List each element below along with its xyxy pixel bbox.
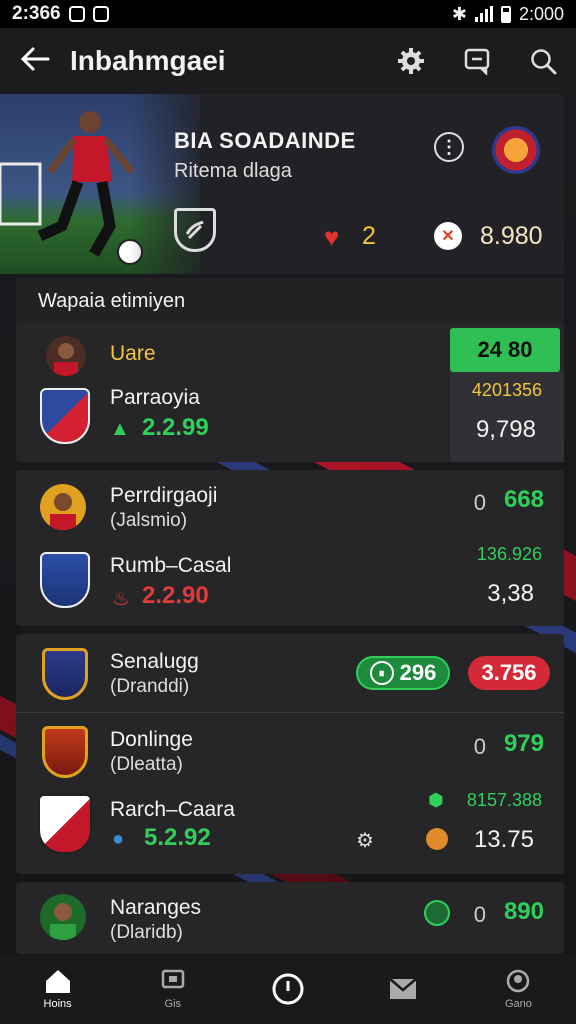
notification-icon [68,6,85,22]
match-card-1[interactable]: Uare 24 80 Parraoyia ▲ 2.2.99 4201356 9,… [16,322,564,462]
search-icon [531,49,557,75]
nav-profile-label: Gano [504,998,532,1010]
section-heading: Wapaia etimiyen [16,278,564,322]
status-bar: 2:366 ✱ 2:000 [0,0,576,28]
player-avatar [46,336,86,376]
top-app-bar: Inbahmgaei [0,28,576,94]
team-odds: 2.2.99 [142,414,209,441]
team-subtitle: (Dranddi) [110,676,190,697]
heart-icon[interactable]: ♥ [324,222,339,253]
status-time-right: 2:000 [518,3,564,24]
team-name: Senalugg [110,650,199,673]
team-crest-icon [42,648,88,700]
nav-bets[interactable]: Gis [115,954,230,1024]
page-title: Inbahmgaei [70,45,226,76]
odds-value[interactable]: 9,798 [476,416,536,444]
badge-count: 0 [473,734,486,759]
nav-home[interactable]: Hoins [0,954,115,1024]
odds-value[interactable]: 979 [504,730,544,758]
more-options-button[interactable]: ⋮ [434,132,464,162]
profile-icon [507,969,530,993]
team-subtitle: (Jalsmio) [110,510,188,531]
nav-bets-label: Gis [164,998,182,1010]
battery-icon [500,5,511,23]
nav-profile[interactable]: Gano [461,954,576,1024]
balance-value: 8.980 [480,222,543,250]
player-team: Ritema dlaga [174,160,292,182]
badge-count: 0 [473,490,486,515]
featured-player-card[interactable]: BIA SOADAINDE Ritema dlaga ⋮ ♥ 2 ✕ 8.980 [0,94,564,274]
ticket-icon [161,969,185,989]
status-time: 2:366 [12,3,61,24]
droplet-icon: ● [112,828,125,850]
badge-count: 0 [473,902,486,927]
odds-value: 296 [399,660,437,685]
match-card-3[interactable]: Senalugg (Dranddi) ⏸ 296 3.756 Donlinge … [16,634,564,874]
mail-icon [389,978,418,999]
odds-button-red[interactable]: 3.756 [468,656,550,690]
odds-button-green[interactable]: ⏸ 296 [356,656,450,690]
player-avatar [40,484,86,530]
coin-icon: ✕ [434,222,462,250]
match-card-2[interactable]: Perrdirgaoji (Jalsmio) 0 668 Rumb–Casal … [16,470,564,626]
live-icon: ⏸ [369,661,394,685]
odds-value[interactable]: 13.75 [474,826,534,854]
bluetooth-icon: ✱ [451,3,467,24]
team-subtitle: (Dleatta) [110,754,183,775]
team-crest-icon [42,726,88,778]
nav-live[interactable] [230,954,345,1024]
search-button[interactable] [510,47,576,75]
clock-icon [272,973,304,1005]
player-avatar [40,894,86,940]
chat-button[interactable] [444,47,510,75]
match-card-4[interactable]: Naranges (Dlaridb) 0 890 [16,882,564,954]
nav-inbox[interactable] [346,954,461,1024]
gear-badge-icon: ⚙ [356,830,374,852]
flame-icon: ♨ [112,588,130,610]
settings-button[interactable] [378,46,444,76]
player-name: BIA SOADAINDE [174,128,356,153]
orange-dot-icon [426,828,448,850]
arrow-left-icon [20,47,50,70]
nav-home-label: Hoins [43,998,72,1010]
triangle-icon: ▲ [110,418,130,440]
team-odds: 2.2.90 [142,582,209,609]
team-crest-icon [38,794,92,854]
shield-badge-icon [174,208,216,252]
secondary-odds: 136.926 [476,544,542,564]
message-icon [464,48,490,75]
signal-icon [474,6,493,22]
likes-count: 2 [362,222,376,250]
team-odds: 5.2.92 [144,824,211,851]
odds-value[interactable]: 3,38 [487,580,534,608]
team-crest-icon [40,552,90,608]
team-subtitle: (Dlaridb) [110,922,183,943]
secondary-odds: 4201356 [471,380,542,400]
team-name: Naranges [110,896,202,919]
gear-icon [398,48,424,74]
status-icon [424,900,450,926]
team-name: Rumb–Casal [110,554,232,577]
home-icon [45,970,70,993]
team-name: Perrdirgaoji [110,484,218,507]
odds-value[interactable]: 890 [504,898,544,926]
team-crest-icon [492,126,540,174]
back-button[interactable] [0,42,70,81]
team-name: Rarch–Caara [110,798,235,821]
team-name: Uare [110,342,156,365]
odds-value[interactable]: 668 [504,486,544,514]
secondary-odds: 8157.388 [466,790,542,810]
team-name: Donlinge [110,728,193,751]
team-name: Parraoyia [110,386,200,409]
bottom-navigation: Hoins Gis Gano [0,954,576,1024]
team-crest-icon [40,388,90,444]
odds-button[interactable]: 24 80 [450,328,560,372]
flag-icon: ⬢ [428,790,444,810]
notification-icon-2 [92,6,109,22]
